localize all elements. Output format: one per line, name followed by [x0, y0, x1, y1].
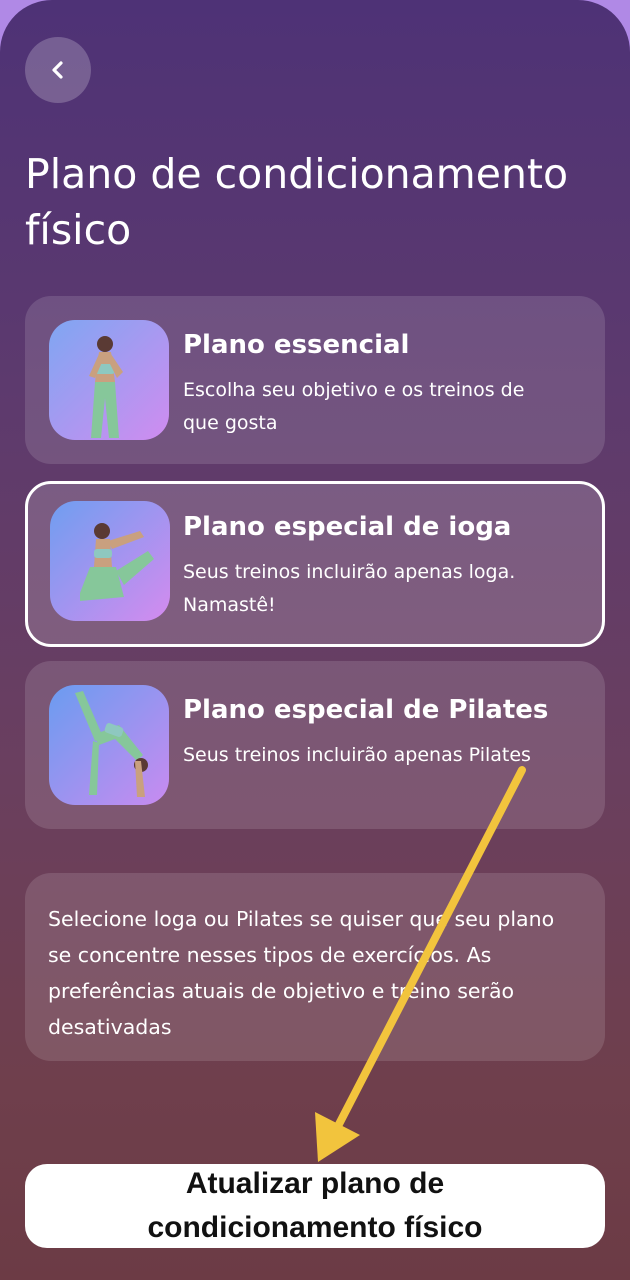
back-button[interactable]: [25, 37, 91, 103]
plan-pilates-image: [49, 685, 169, 805]
chevron-left-icon: [52, 61, 63, 79]
plan-card-pilates[interactable]: Plano especial de Pilates Seus treinos i…: [25, 661, 605, 829]
plan-card-yoga[interactable]: Plano especial de ioga Seus treinos incl…: [25, 481, 605, 647]
plan-essential-description: Escolha seu objetivo e os treinos de que…: [183, 379, 525, 434]
plan-pilates-title: Plano especial de Pilates: [183, 695, 549, 725]
plan-essential-image: [49, 320, 169, 440]
page-title: Plano de condicionamento físico: [25, 150, 569, 254]
plan-pilates-description: Seus treinos incluirão apenas Pilates: [183, 744, 531, 766]
info-text-box: Selecione loga ou Pilates se quiser que …: [25, 873, 605, 1061]
plan-essential-title: Plano essencial: [183, 330, 410, 360]
plan-card-essential[interactable]: Plano essencial Escolha seu objetivo e o…: [25, 296, 605, 464]
update-plan-button[interactable]: Atualizar plano de condicionamento físic…: [25, 1164, 605, 1248]
plan-yoga-image: [50, 501, 170, 621]
fitness-plan-screen: Plano de condicionamento físico Plano es…: [0, 0, 630, 1280]
plan-yoga-description: Seus treinos incluirão apenas loga. Nama…: [183, 561, 516, 616]
plan-yoga-title: Plano especial de ioga: [183, 512, 512, 542]
